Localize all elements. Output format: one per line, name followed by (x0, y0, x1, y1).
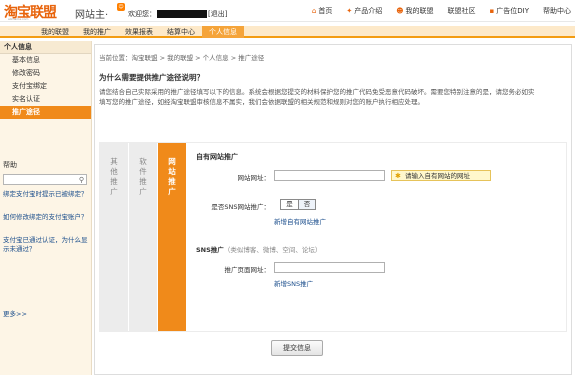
top-link-label: 广告位DIY (496, 7, 529, 15)
top-link-product[interactable]: ✦ 产品介绍 (346, 6, 382, 16)
add-site-link[interactable]: 新增自有网站推广 (274, 216, 326, 226)
sidebar-item-verification[interactable]: 实名认证 (0, 93, 91, 106)
main-panel: 当前位置：淘宝联盟 > 我的联盟 > 个人信息 > 推广途径 为什么需要提供推广… (94, 44, 572, 375)
sns-yes-option[interactable]: 是 (281, 200, 298, 209)
tab-char: 广 (168, 187, 176, 196)
tab-char: 站 (168, 167, 176, 176)
top-link-label: 我的联盟 (405, 7, 434, 15)
nav-personal-info[interactable]: 个人信息 (202, 26, 244, 38)
tab-software-promotion[interactable]: 软件推广 (129, 143, 157, 331)
help-link[interactable]: 如何修改绑定的支付宝账户？ (3, 213, 89, 222)
tab-char: 广 (110, 187, 118, 196)
tab-char: 件 (139, 167, 147, 176)
submit-button[interactable]: 提交信息 (271, 340, 323, 356)
logo-subtitle: alimama.com (8, 17, 29, 21)
tab-website-promotion[interactable]: 网站推广 (158, 143, 186, 331)
help-link[interactable]: 绑定支付宝时提示已被绑定？ (3, 190, 89, 199)
product-icon: ✦ (346, 7, 353, 15)
top-links: ⌂ 首页 ✦ 产品介绍 ☻ 我的联盟 联盟社区 ▪ 广告位DIY 帮助中心 (312, 6, 571, 16)
site-url-hint: ✱ 请输入自有网站的网址 (391, 170, 491, 181)
add-sns-link[interactable]: 新增SNS推广 (274, 278, 313, 288)
top-link-label: 联盟社区 (447, 7, 476, 15)
breadcrumb: 当前位置：淘宝联盟 > 我的联盟 > 个人信息 > 推广途径 (99, 54, 265, 62)
more-help-link[interactable]: 更多>> (3, 308, 27, 318)
tab-char: 广 (139, 187, 147, 196)
sns-title-text: SNS推广 (196, 246, 224, 254)
tab-char: 软 (139, 157, 147, 166)
search-icon[interactable]: ⚲ (79, 176, 84, 184)
site-url-label: 网站网址： (237, 174, 271, 182)
tab-char: 推 (139, 177, 147, 186)
sidebar: 个人信息 基本信息 修改密码 支付宝绑定 实名认证 推广途径 帮助 ⚲ 绑定支付… (0, 41, 92, 375)
sns-note: （类似博客、微博、空间、论坛） (223, 246, 322, 254)
nav-my-promotion[interactable]: 我的推广 (76, 26, 118, 38)
lightbulb-icon: ✱ (395, 172, 401, 180)
sns-no-option[interactable]: 否 (298, 200, 315, 209)
nav-my-alliance[interactable]: 我的联盟 (34, 26, 76, 38)
main-nav: 我的联盟 我的推广 效果报表 结算中心 个人信息 (0, 26, 575, 38)
help-search-input[interactable]: ⚲ (3, 174, 87, 185)
top-header: 淘宝联盟 alimama.com 网站主· ☺ 欢迎您： [退出] ⌂ 首页 ✦ 产品… (0, 0, 575, 22)
sidebar-item-basic-info[interactable]: 基本信息 (0, 54, 91, 67)
help-heading: 帮助 (3, 161, 17, 169)
top-link-my-alliance[interactable]: ☻ 我的联盟 (396, 6, 433, 16)
sidebar-item-change-password[interactable]: 修改密码 (0, 67, 91, 80)
tab-char: 推 (168, 177, 176, 186)
top-link-help[interactable]: 帮助中心 (543, 6, 571, 16)
hint-text: 请输入自有网站的网址 (405, 172, 470, 180)
logout-link[interactable]: [退出] (208, 10, 227, 18)
nav-reports[interactable]: 效果报表 (118, 26, 160, 38)
promotion-form: 其他推广 软件推广 网站推广 自有网站推广 网站网址： ✱ 请输入自有网站的网址 … (99, 142, 567, 332)
tab-other-promotion[interactable]: 其他推广 (100, 143, 128, 331)
redacted-username (157, 10, 207, 18)
welcome-label: 欢迎您： (128, 10, 156, 18)
sns-question-label: 是否SNS网站推广： (211, 203, 270, 211)
home-icon: ⌂ (311, 7, 317, 15)
question-title: 为什么需要提供推广途径说明？ (99, 73, 204, 82)
top-link-label: 产品介绍 (354, 7, 383, 15)
sns-yes-no-toggle: 是 否 (280, 199, 316, 210)
ad-icon: ▪ (489, 7, 495, 15)
top-link-community[interactable]: 联盟社区 (448, 6, 476, 16)
explanation-text: 请您结合自己实际采用的推广途径填写以下的信息。系统会根据您提交的材料保护您的推广… (99, 88, 535, 106)
form-heading: 自有网站推广 (196, 153, 238, 161)
sidebar-item-promotion-channel[interactable]: 推广途径 (0, 106, 91, 119)
top-link-home[interactable]: ⌂ 首页 (312, 6, 332, 16)
sidebar-item-alipay-binding[interactable]: 支付宝绑定 (0, 80, 91, 93)
site-badge-icon: ☺ (117, 3, 125, 11)
page-url-input[interactable] (274, 262, 385, 273)
top-link-ad-diy[interactable]: ▪ 广告位DIY (490, 6, 529, 16)
tab-char: 推 (110, 177, 118, 186)
tab-char: 其 (110, 157, 118, 166)
top-link-label: 帮助中心 (543, 7, 571, 15)
help-link[interactable]: 支付宝已通过认证，为什么显示未通过？ (3, 236, 89, 254)
site-title: 网站主· (75, 10, 109, 21)
sns-section-title: SNS推广（类似博客、微博、空间、论坛） (196, 244, 321, 254)
site-url-input[interactable] (274, 170, 385, 181)
nav-settlement[interactable]: 结算中心 (160, 26, 202, 38)
user-icon: ☻ (396, 7, 404, 15)
tab-char: 他 (110, 167, 118, 176)
page-url-label: 推广页面网址： (224, 266, 271, 274)
top-link-label: 首页 (318, 7, 333, 15)
welcome-text: 欢迎您： [退出] (128, 9, 227, 19)
sidebar-heading: 个人信息 (0, 41, 91, 54)
tab-char: 网 (168, 157, 176, 166)
